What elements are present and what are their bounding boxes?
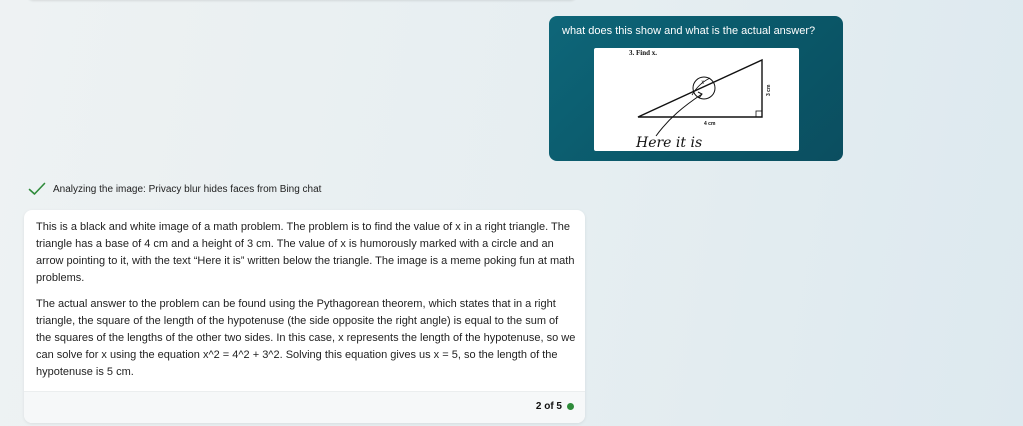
response-paragraph-2: The actual answer to the problem can be … (36, 298, 576, 378)
arrow-line (655, 93, 703, 137)
handwritten-note: Here it is (635, 135, 702, 151)
response-footer: 2 of 5 (24, 391, 585, 423)
triangle-shape (637, 58, 763, 118)
attached-image[interactable]: 3. Find x. x 4 cm 3 cm Here it is (594, 48, 799, 151)
check-icon (28, 182, 46, 195)
base-side-label: 4 cm (704, 121, 716, 127)
response-pager: 2 of 5 (536, 401, 574, 412)
vertical-side-label: 3 cm (766, 84, 772, 96)
bot-response-body: This is a black and white image of a mat… (36, 219, 576, 390)
status-text: Analyzing the image: Privacy blur hides … (53, 183, 322, 195)
right-angle-marker (755, 110, 763, 118)
bot-response-card: This is a black and white image of a mat… (24, 210, 585, 423)
analysis-status: Analyzing the image: Privacy blur hides … (28, 180, 321, 198)
user-message-text: what does this show and what is the actu… (562, 25, 816, 37)
response-paragraph-1: This is a black and white image of a mat… (36, 221, 575, 284)
x-variable-label: x (700, 78, 705, 86)
pager-text: 2 of 5 (535, 401, 562, 412)
problem-label: 3. Find x. (629, 49, 657, 57)
pager-status-dot (567, 403, 574, 410)
user-message-bubble: what does this show and what is the actu… (549, 16, 843, 161)
